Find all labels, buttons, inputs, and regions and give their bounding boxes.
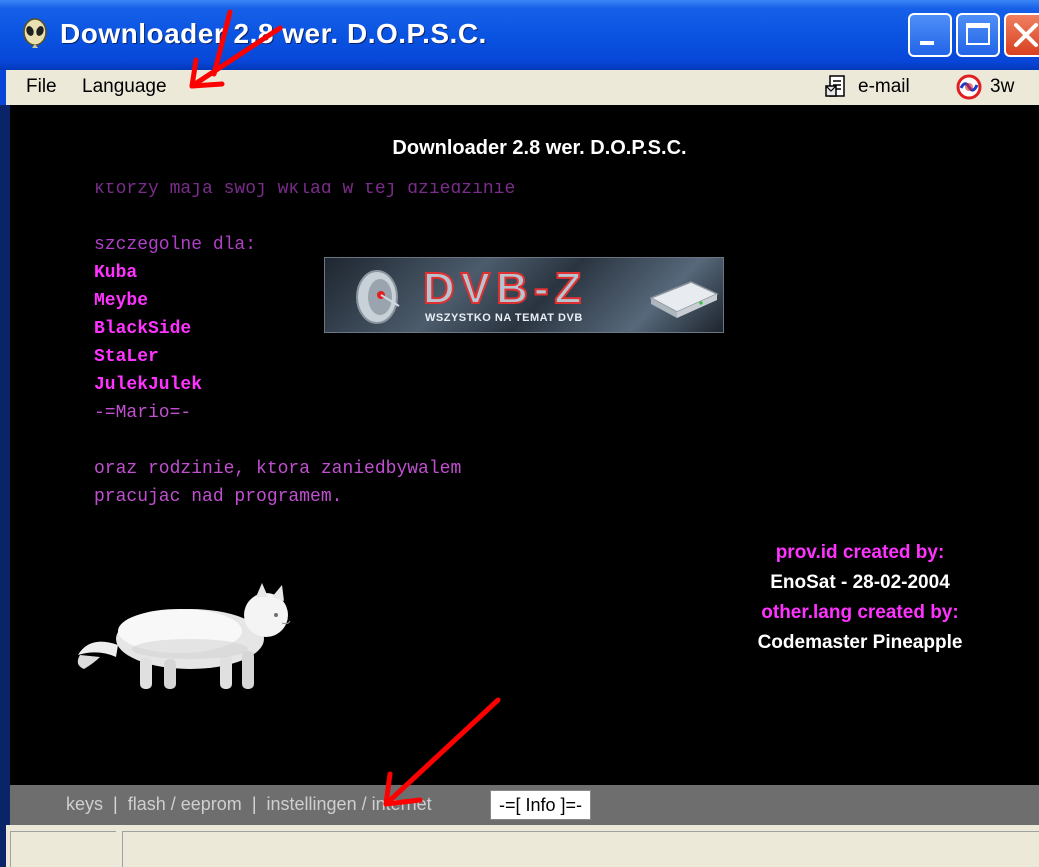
menu-file[interactable]: File [26, 76, 57, 98]
scrolling-credit-line: ktorzy maja swoj wklad w tej dziedzinie [94, 179, 516, 199]
email-label: e-mail [858, 76, 910, 97]
app-window: Downloader 2.8 wer. D.O.P.S.C. File Lang… [0, 0, 1039, 867]
white-cat-illustration [77, 583, 291, 689]
status-bar [6, 825, 1039, 867]
credit-name-mario: -=Mario=- [94, 403, 192, 423]
maximize-icon [966, 23, 990, 45]
menu-bar: File Language e-mail 3w [0, 70, 1039, 105]
credit-name: Kuba [94, 263, 138, 283]
web-label: 3w [990, 76, 1015, 97]
minimize-icon [920, 41, 934, 45]
info-panel: Downloader 2.8 wer. D.O.P.S.C. ktorzy ma… [10, 105, 1039, 785]
close-icon [1014, 23, 1038, 47]
credits-closing-line-1: oraz rodzinie, ktora zaniedbywalem [94, 459, 462, 479]
satellite-dish-icon [356, 270, 400, 324]
credit-name: BlackSide [94, 319, 192, 339]
content-heading: Downloader 2.8 wer. D.O.P.S.C. [392, 137, 687, 159]
set-top-box-icon [649, 281, 719, 318]
provid-label: prov.id created by: [775, 542, 945, 563]
tab-settings-internet[interactable]: instellingen / internet [267, 794, 432, 814]
bottom-tab-bar: keys | flash / eeprom | instellingen / i… [10, 785, 1039, 825]
title-bar[interactable]: Downloader 2.8 wer. D.O.P.S.C. [0, 0, 1039, 70]
alien-head-icon[interactable] [22, 18, 48, 52]
credit-name: StaLer [94, 347, 159, 367]
web-globe-icon [956, 74, 982, 100]
credits-intro: szczegolne dla: [94, 235, 257, 255]
status-panel-main [122, 831, 1039, 867]
credit-name: JulekJulek [94, 375, 203, 395]
web-link[interactable]: 3w [956, 74, 1014, 100]
window-title: Downloader 2.8 wer. D.O.P.S.C. [60, 18, 487, 49]
lang-author: Codemaster Pineapple [757, 632, 963, 653]
email-document-icon [825, 75, 845, 97]
credits-text: ktorzy maja swoj wklad w tej dziedzinie … [94, 175, 515, 511]
maximize-button[interactable] [956, 13, 1000, 57]
tab-separator: | [113, 794, 118, 814]
tab-separator: | [251, 794, 257, 814]
banner-subtitle: WSZYSTKO NA TEMAT DVB [425, 312, 583, 324]
status-panel-left [10, 831, 116, 867]
minimize-button[interactable] [908, 13, 952, 57]
close-button[interactable] [1004, 13, 1039, 57]
email-link[interactable]: e-mail [824, 74, 910, 100]
tab-list: keys | flash / eeprom | instellingen / i… [66, 794, 432, 815]
credit-name: Meybe [94, 291, 149, 311]
tab-info[interactable]: -=[ Info ]=- [490, 790, 592, 820]
tab-keys[interactable]: keys [66, 794, 103, 814]
menu-language[interactable]: Language [82, 76, 167, 98]
banner-title: DVB-Z [422, 263, 588, 314]
lang-label: other.lang created by: [761, 602, 959, 623]
dvb-z-banner[interactable]: DVB-Z WSZYSTKO NA TEMAT DVB [324, 257, 724, 333]
credits-closing-line-2: pracujac nad programem. [94, 487, 343, 507]
provid-author: EnoSat - 28-02-2004 [770, 572, 950, 593]
side-credits: prov.id created by: EnoSat - 28-02-2004 … [700, 538, 1020, 658]
tab-flash-eeprom[interactable]: flash / eeprom [128, 794, 242, 814]
